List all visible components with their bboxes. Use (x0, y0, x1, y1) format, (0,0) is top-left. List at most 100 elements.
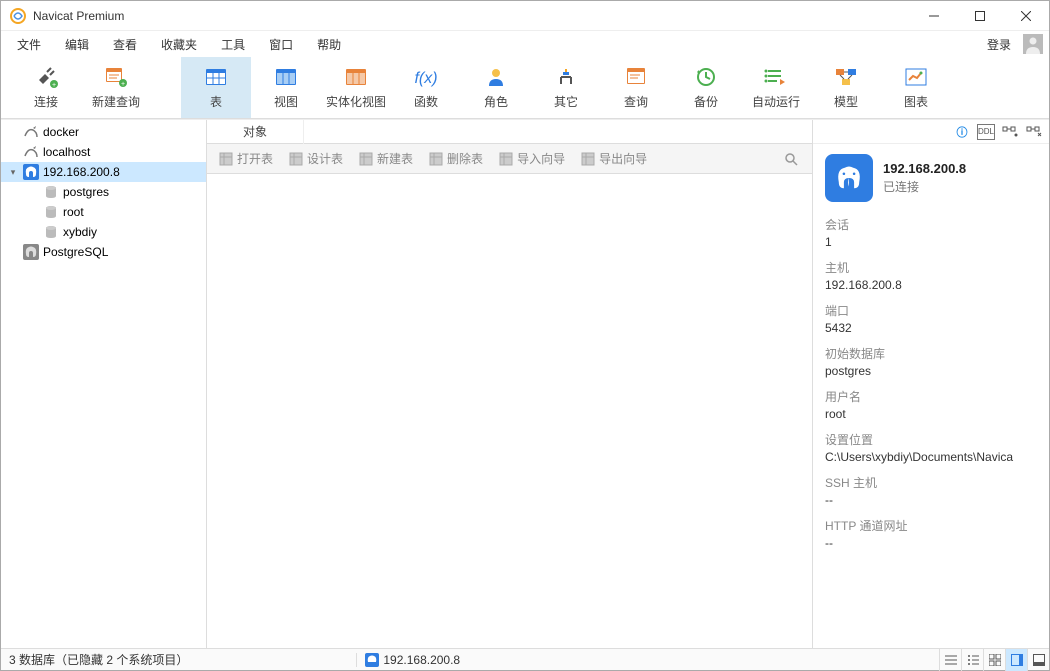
info-icon[interactable]: ⓘ (953, 124, 971, 140)
details-value: -- (825, 493, 1037, 507)
toolbar-autorun[interactable]: 自动运行 (741, 57, 811, 118)
toolbar-label: 其它 (554, 93, 578, 110)
menu-item-4[interactable]: 工具 (209, 32, 257, 57)
toolbar-function[interactable]: f(x) 函数 (391, 57, 461, 118)
other-icon (552, 65, 580, 89)
activity-icon[interactable] (1025, 124, 1043, 140)
details-label: 初始数据库 (825, 345, 1037, 362)
details-label: 会话 (825, 216, 1037, 233)
minimize-button[interactable] (911, 1, 957, 31)
toolbar-label: 模型 (834, 93, 858, 110)
view-grid-icon[interactable] (983, 649, 1005, 671)
avatar-icon[interactable] (1023, 34, 1043, 54)
toolbar-label: 图表 (904, 93, 928, 110)
obj-btn-label: 新建表 (377, 150, 413, 167)
tree-item[interactable]: ▾ 192.168.200.8 (1, 162, 206, 182)
details-panel: ⓘ DDL 192.168.200.8 已连接 会话1主机192.168.200… (813, 120, 1049, 648)
toolbar-role[interactable]: 角色 (461, 57, 531, 118)
view-list-icon[interactable] (939, 649, 961, 671)
tree-item[interactable]: root (1, 202, 206, 222)
close-button[interactable] (1003, 1, 1049, 31)
tree-label: root (63, 205, 84, 219)
function-icon: f(x) (412, 65, 440, 89)
new-query-icon: + (102, 65, 130, 89)
toolbar-model[interactable]: 模型 (811, 57, 881, 118)
table-small-icon (581, 152, 595, 166)
query-icon (622, 65, 650, 89)
toolbar-query[interactable]: 查询 (601, 57, 671, 118)
maximize-button[interactable] (957, 1, 1003, 31)
toolbar-table[interactable]: 表 (181, 57, 251, 118)
expand-icon[interactable]: ▾ (7, 166, 19, 178)
obj-btn-label: 导入向导 (517, 150, 565, 167)
obj-toolbar-btn-4[interactable]: 导入向导 (493, 148, 571, 169)
db-icon (43, 184, 59, 200)
title-bar: Navicat Premium (1, 1, 1049, 31)
tree-item[interactable]: xybdiy (1, 222, 206, 242)
status-left: 3 数据库（已隐藏 2 个系统项目） (1, 651, 196, 668)
menu-item-5[interactable]: 窗口 (257, 32, 305, 57)
expand-icon[interactable] (7, 126, 19, 138)
tree-item[interactable]: postgres (1, 182, 206, 202)
tree-item[interactable]: PostgreSQL (1, 242, 206, 262)
toolbar-plug[interactable]: +连接 (11, 57, 81, 118)
obj-toolbar-btn-5[interactable]: 导出向导 (575, 148, 653, 169)
status-bar: 3 数据库（已隐藏 2 个系统项目） 192.168.200.8 (1, 648, 1049, 670)
tree-label: xybdiy (63, 225, 97, 239)
expand-icon[interactable] (7, 146, 19, 158)
details-row: 用户名root (825, 388, 1037, 421)
details-label: 用户名 (825, 388, 1037, 405)
autorun-icon (762, 65, 790, 89)
toolbar-materialized-view[interactable]: 实体化视图 (321, 57, 391, 118)
obj-toolbar-btn-1[interactable]: 设计表 (283, 148, 349, 169)
tab-objects[interactable]: 对象 (207, 119, 304, 144)
table-small-icon (289, 152, 303, 166)
mysql-icon (23, 144, 39, 160)
view-details-icon[interactable] (961, 649, 983, 671)
ddl-icon[interactable]: DDL (977, 124, 995, 140)
tree-label: localhost (43, 145, 90, 159)
plug-icon: + (32, 65, 60, 89)
svg-text:+: + (121, 81, 125, 88)
details-row: 主机192.168.200.8 (825, 259, 1037, 292)
obj-toolbar-btn-2[interactable]: 新建表 (353, 148, 419, 169)
tree-item[interactable]: docker (1, 122, 206, 142)
menu-item-3[interactable]: 收藏夹 (149, 32, 209, 57)
obj-toolbar-btn-3[interactable]: 删除表 (423, 148, 489, 169)
backup-icon (692, 65, 720, 89)
toolbar-label: 函数 (414, 93, 438, 110)
menu-item-0[interactable]: 文件 (5, 32, 53, 57)
menu-bar: 文件编辑查看收藏夹工具窗口帮助 登录 (1, 31, 1049, 57)
details-value: 5432 (825, 321, 1037, 335)
details-value: -- (825, 536, 1037, 550)
search-icon[interactable] (784, 152, 806, 166)
content-tabs: 对象 (207, 120, 812, 144)
tree-item[interactable]: localhost (1, 142, 206, 162)
details-value: C:\Users\xybdiy\Documents\Navica (825, 450, 1037, 464)
chart-icon (902, 65, 930, 89)
toolbar-label: 视图 (274, 93, 298, 110)
toolbar-label: 实体化视图 (326, 93, 386, 110)
details-row: 设置位置C:\Users\xybdiy\Documents\Navica (825, 431, 1037, 464)
menu-item-6[interactable]: 帮助 (305, 32, 353, 57)
table-small-icon (359, 152, 373, 166)
tree-label: docker (43, 125, 79, 139)
content-body (207, 174, 812, 648)
expand-icon[interactable] (7, 246, 19, 258)
login-link[interactable]: 登录 (979, 32, 1019, 57)
toolbar-other[interactable]: 其它 (531, 57, 601, 118)
users-icon[interactable] (1001, 124, 1019, 140)
menu-item-1[interactable]: 编辑 (53, 32, 101, 57)
toolbar-chart[interactable]: 图表 (881, 57, 951, 118)
view-panel-bottom-icon[interactable] (1027, 649, 1049, 671)
details-title: 192.168.200.8 (883, 161, 966, 176)
toolbar-view[interactable]: 视图 (251, 57, 321, 118)
view-panel-right-icon[interactable] (1005, 649, 1027, 671)
toolbar-new-query[interactable]: +新建查询 (81, 57, 151, 118)
obj-toolbar-btn-0[interactable]: 打开表 (213, 148, 279, 169)
details-value: postgres (825, 364, 1037, 378)
tree-label: 192.168.200.8 (43, 165, 120, 179)
postgres-icon (365, 653, 379, 667)
toolbar-backup[interactable]: 备份 (671, 57, 741, 118)
menu-item-2[interactable]: 查看 (101, 32, 149, 57)
